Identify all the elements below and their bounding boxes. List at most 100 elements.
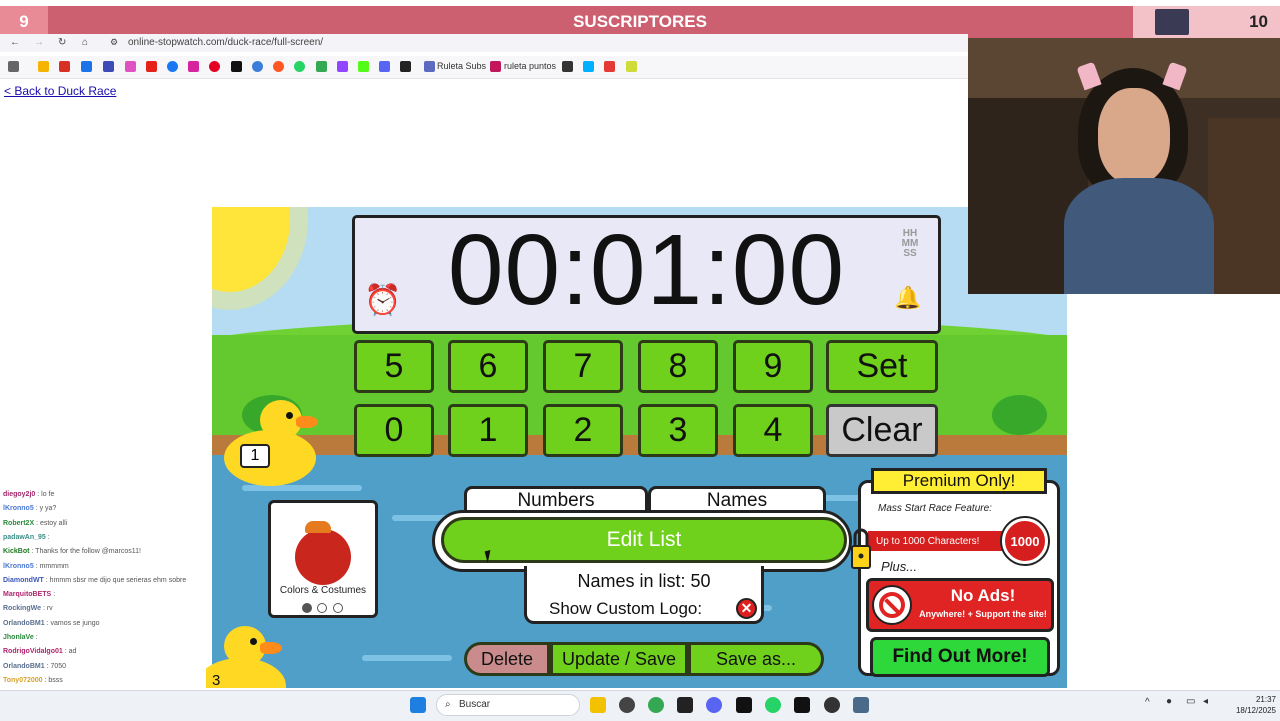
key-0[interactable]: 0 bbox=[354, 404, 434, 457]
key-6[interactable]: 6 bbox=[448, 340, 528, 393]
reload-icon[interactable]: ↻ bbox=[58, 37, 66, 48]
chat-username[interactable]: lKronno5 bbox=[3, 563, 34, 570]
address-bar: ← → ↻ ⌂ ⚙ online-stopwatch.com/duck-race… bbox=[0, 34, 968, 52]
notion-icon[interactable] bbox=[736, 697, 752, 713]
alarm-clock-icon[interactable]: ⏰ bbox=[364, 283, 401, 318]
characters-badge: 1000 bbox=[1002, 518, 1048, 564]
apps-grid-icon[interactable] bbox=[8, 61, 19, 72]
carousel-dot[interactable] bbox=[333, 603, 343, 613]
names-count: Names in list: 50 bbox=[577, 571, 711, 591]
chat-text: : mmmmm bbox=[35, 562, 69, 570]
download-icon[interactable] bbox=[379, 61, 390, 72]
facebook-icon[interactable] bbox=[167, 61, 178, 72]
chatgpt-icon[interactable] bbox=[619, 697, 635, 713]
key-7[interactable]: 7 bbox=[543, 340, 623, 393]
file-explorer-icon[interactable] bbox=[590, 697, 606, 713]
set-button[interactable]: Set bbox=[826, 340, 938, 393]
chat-message: diegoy2j0 : lo fe bbox=[3, 491, 54, 498]
custom-logo-toggle-icon[interactable]: ✕ bbox=[736, 598, 757, 619]
tiktok-icon[interactable] bbox=[231, 61, 242, 72]
volume-icon[interactable]: ◂ bbox=[1203, 696, 1208, 707]
key-4[interactable]: 4 bbox=[733, 404, 813, 457]
key-8[interactable]: 8 bbox=[638, 340, 718, 393]
forward-arrow-icon[interactable]: → bbox=[34, 37, 44, 48]
tab-names[interactable]: Names bbox=[648, 486, 826, 512]
url-text[interactable]: online-stopwatch.com/duck-race/full-scre… bbox=[128, 37, 323, 48]
carousel-dot[interactable] bbox=[317, 603, 327, 613]
key-5[interactable]: 5 bbox=[354, 340, 434, 393]
obs-icon[interactable] bbox=[824, 697, 840, 713]
ruleta-puntos-icon[interactable] bbox=[490, 61, 501, 72]
chat-username[interactable]: RodrigoVidalgo01 bbox=[3, 648, 63, 655]
hat-icon bbox=[305, 521, 331, 533]
meet-icon[interactable] bbox=[81, 61, 92, 72]
bookmark-icon[interactable] bbox=[626, 61, 637, 72]
twitch-icon[interactable] bbox=[337, 61, 348, 72]
delete-button[interactable]: Delete bbox=[464, 642, 550, 676]
edit-list-button[interactable]: Edit List bbox=[441, 517, 847, 563]
bookmark-icon[interactable] bbox=[125, 61, 136, 72]
chat-username[interactable]: DiamondWT bbox=[3, 577, 44, 584]
save-as-button[interactable]: Save as... bbox=[688, 642, 824, 676]
find-out-more-button[interactable]: Find Out More! bbox=[870, 637, 1050, 677]
chat-username[interactable]: RockingWe bbox=[3, 605, 41, 612]
maps-icon[interactable] bbox=[316, 61, 327, 72]
instagram-icon[interactable] bbox=[188, 61, 199, 72]
taskbar-clock[interactable]: 21:37 18/12/2025 bbox=[1224, 694, 1276, 716]
colors-costumes-card[interactable] bbox=[268, 500, 378, 618]
chat-username[interactable]: OrlandoBM1 bbox=[3, 620, 45, 627]
chat-username[interactable]: MarquitoBETS bbox=[3, 591, 51, 598]
back-to-duck-race-link[interactable]: < Back to Duck Race bbox=[4, 84, 116, 98]
bookmark-icon[interactable] bbox=[604, 61, 615, 72]
chat-username[interactable]: diegoy2j0 bbox=[3, 491, 35, 498]
bookmark-icon[interactable] bbox=[252, 61, 263, 72]
update-save-button[interactable]: Update / Save bbox=[550, 642, 688, 676]
settings-gear-icon[interactable] bbox=[853, 697, 869, 713]
windows-start-icon[interactable] bbox=[410, 697, 426, 713]
bell-sound-icon[interactable]: 🔔 bbox=[894, 285, 921, 311]
pinterest-icon[interactable] bbox=[209, 61, 220, 72]
avatar bbox=[1155, 9, 1189, 35]
drive-icon[interactable] bbox=[38, 61, 49, 72]
discord-icon[interactable] bbox=[706, 697, 722, 713]
home-icon[interactable]: ⌂ bbox=[82, 37, 88, 48]
ruleta-subs-icon[interactable] bbox=[424, 61, 435, 72]
kick-icon[interactable] bbox=[358, 61, 369, 72]
youtube-icon[interactable] bbox=[146, 61, 157, 72]
bookmark-ruleta-puntos[interactable]: ruleta puntos bbox=[504, 61, 556, 71]
bookmark-icon[interactable] bbox=[583, 61, 594, 72]
key-1[interactable]: 1 bbox=[448, 404, 528, 457]
whatsapp-icon[interactable] bbox=[294, 61, 305, 72]
key-2[interactable]: 2 bbox=[543, 404, 623, 457]
chat-username[interactable]: KickBot bbox=[3, 548, 29, 555]
key-3[interactable]: 3 bbox=[638, 404, 718, 457]
network-icon[interactable]: ▭ bbox=[1186, 696, 1195, 707]
chat-username[interactable]: padawAn_95 bbox=[3, 534, 46, 541]
chrome-icon[interactable] bbox=[648, 697, 664, 713]
chat-message: OrlandoBM1 : vamos se jungo bbox=[3, 620, 100, 627]
whatsapp-icon[interactable] bbox=[765, 697, 781, 713]
microphone-icon[interactable]: ● bbox=[1166, 696, 1172, 707]
carousel-dot-active[interactable] bbox=[302, 603, 312, 613]
gmail-icon[interactable] bbox=[59, 61, 70, 72]
notion-icon[interactable] bbox=[794, 697, 810, 713]
chat-username[interactable]: OrlandoBM1 bbox=[3, 663, 45, 670]
calendar-icon[interactable] bbox=[103, 61, 114, 72]
bookmark-icon[interactable] bbox=[273, 61, 284, 72]
timer-display: 00:01:00 bbox=[447, 213, 846, 326]
site-info-icon[interactable]: ⚙ bbox=[110, 37, 118, 48]
bookmark-icon[interactable] bbox=[400, 61, 411, 72]
bookmark-icon[interactable] bbox=[562, 61, 573, 72]
chat-username[interactable]: lKronno5 bbox=[3, 505, 34, 512]
back-arrow-icon[interactable]: ← bbox=[10, 37, 20, 48]
capcut-icon[interactable] bbox=[677, 697, 693, 713]
chat-username[interactable]: Tony072000 bbox=[3, 677, 43, 684]
taskbar-search[interactable]: ⌕ Buscar bbox=[436, 694, 580, 716]
chat-username[interactable]: JhonlaVe bbox=[3, 634, 34, 641]
bookmark-ruleta-subs[interactable]: Ruleta Subs bbox=[437, 61, 486, 71]
chevron-up-icon[interactable]: ^ bbox=[1145, 697, 1150, 708]
tab-numbers[interactable]: Numbers bbox=[464, 486, 648, 512]
key-9[interactable]: 9 bbox=[733, 340, 813, 393]
chat-username[interactable]: Robert2X bbox=[3, 520, 34, 527]
clear-button[interactable]: Clear bbox=[826, 404, 938, 457]
